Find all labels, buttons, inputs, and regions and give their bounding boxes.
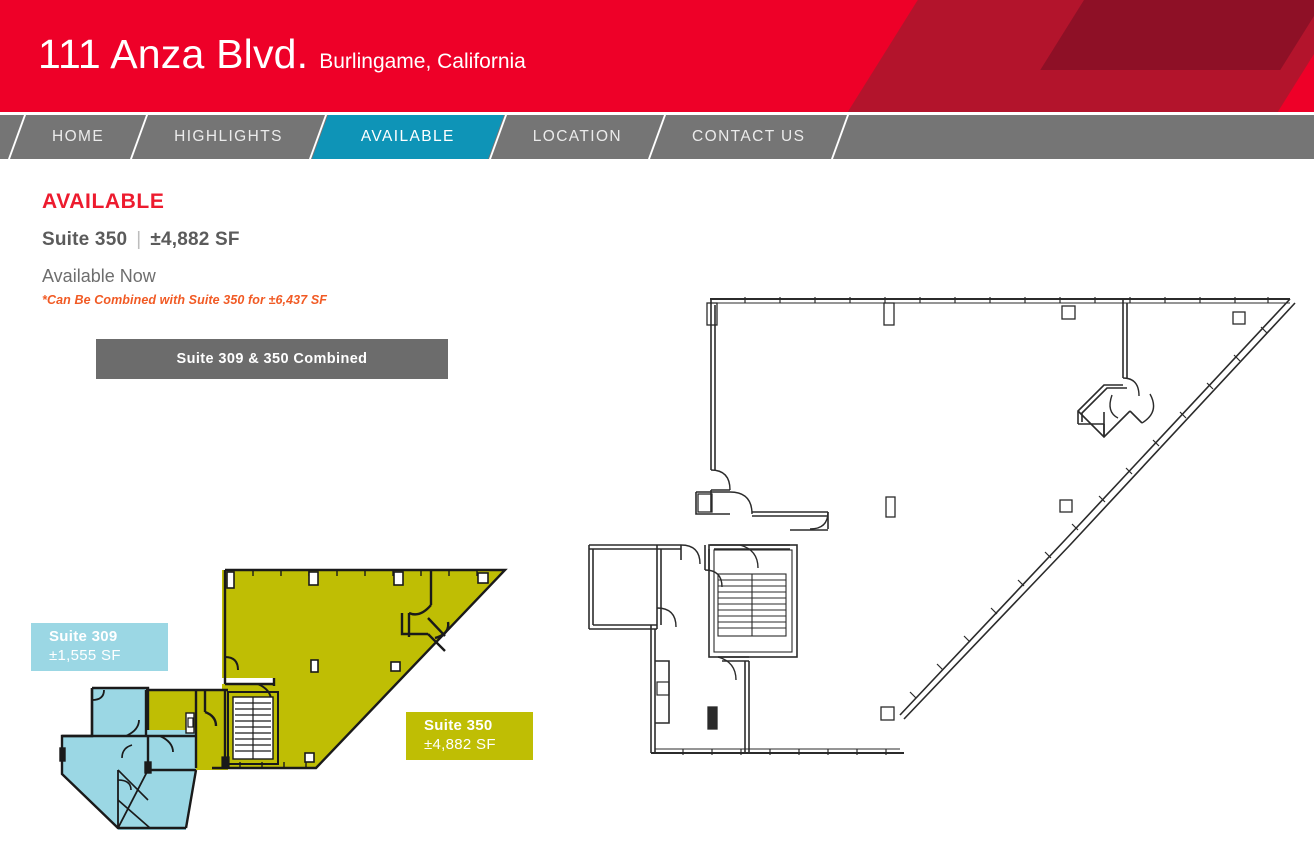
page-title: 111 Anza Blvd. [38, 31, 309, 77]
page-subtitle: Burlingame, California [319, 50, 526, 73]
suite-309-tag: Suite 309 ±1,555 SF [31, 623, 168, 671]
suite-350-tag: Suite 350 ±4,882 SF [406, 712, 533, 760]
suite-309-tag-name: Suite 309 [49, 628, 118, 646]
suite-350-tag-size: ±4,882 SF [424, 736, 496, 753]
suite-350-tag-name: Suite 350 [424, 717, 493, 735]
suite-309-tag-size: ±1,555 SF [49, 647, 121, 664]
reference-floor-plan[interactable] [0, 0, 1314, 849]
nav-item-available-label: AVAILABLE [360, 128, 455, 145]
header-title-group: 111 Anza Blvd. Burlingame, California [38, 34, 526, 75]
